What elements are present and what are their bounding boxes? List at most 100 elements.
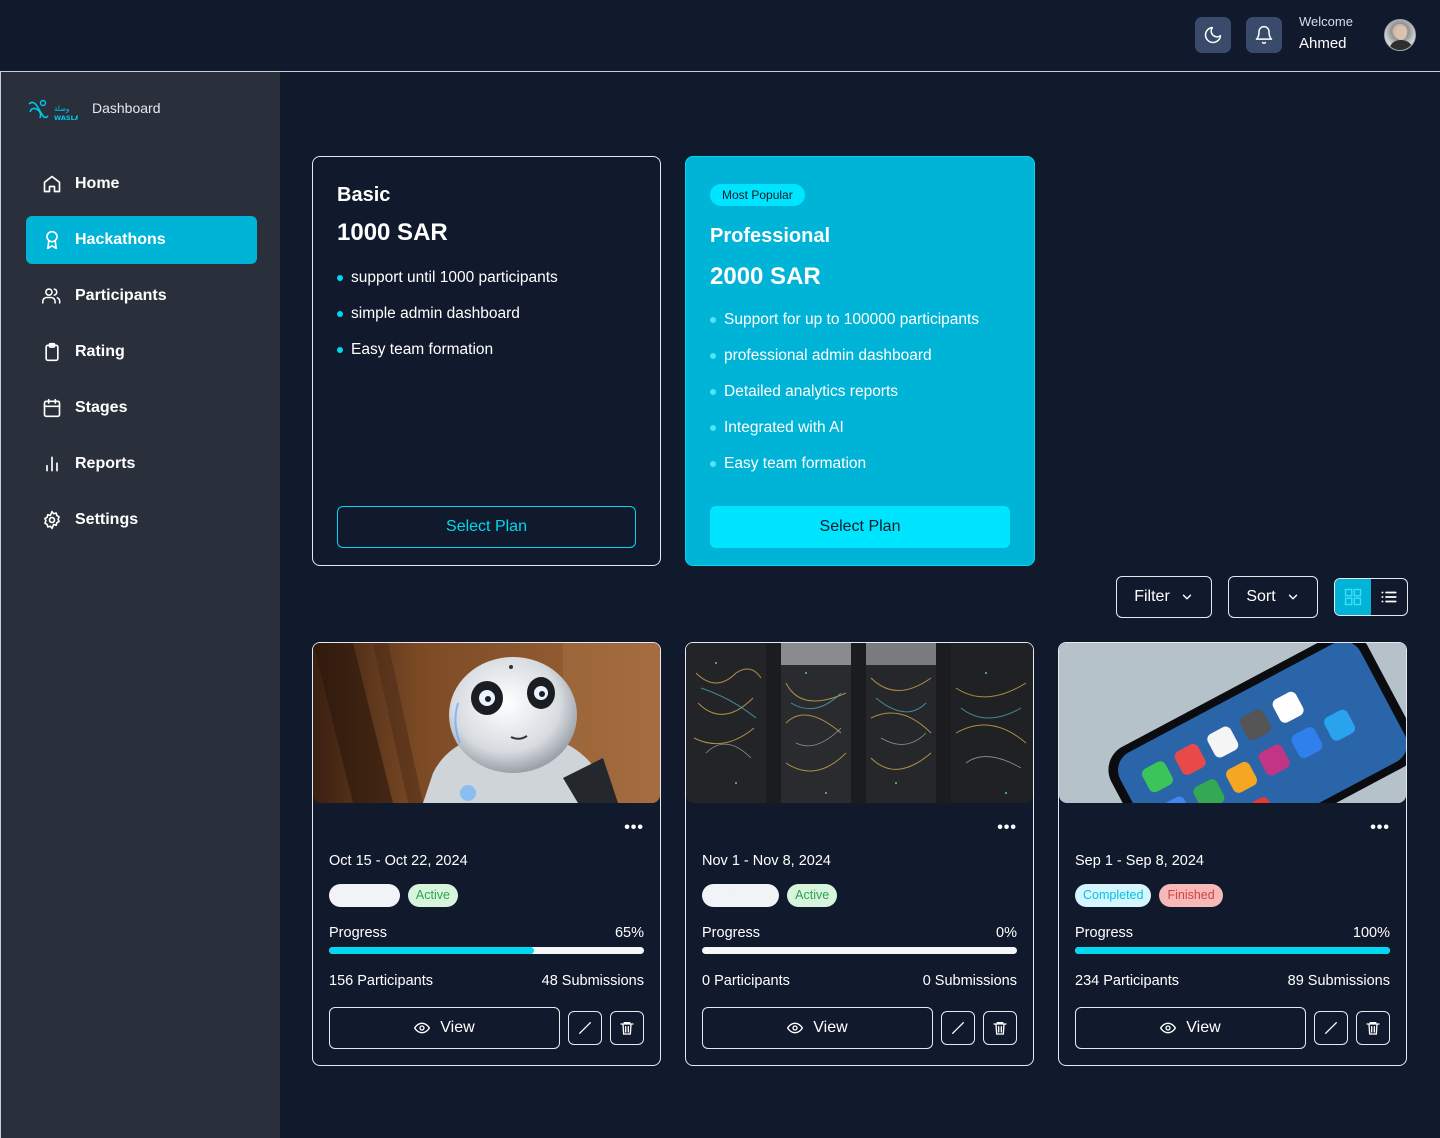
delete-button[interactable] bbox=[983, 1011, 1017, 1045]
users-icon bbox=[42, 286, 62, 306]
sidebar-item-home[interactable]: Home bbox=[26, 160, 257, 208]
plan-feature: simple admin dashboard bbox=[337, 305, 558, 341]
view-button[interactable]: View bbox=[329, 1007, 560, 1049]
more-options-icon[interactable]: ••• bbox=[624, 820, 644, 836]
plan-features: Support for up to 100000 participants pr… bbox=[710, 311, 979, 491]
stage-badge: Final stage bbox=[702, 884, 780, 907]
progress-label: Progress bbox=[329, 925, 388, 941]
hackathon-card: ••• Nov 1 - Nov 8, 2024 Final stage Acti… bbox=[685, 642, 1034, 1066]
plan-feature: Detailed analytics reports bbox=[710, 383, 979, 419]
view-button[interactable]: View bbox=[1075, 1007, 1306, 1049]
trash-icon bbox=[993, 1022, 1007, 1035]
hackathon-date: Nov 1 - Nov 8, 2024 bbox=[702, 853, 831, 869]
sidebar: وصلة WASLA Dashboard Home Hackathons Par… bbox=[0, 72, 280, 1138]
plan-feature: professional admin dashboard bbox=[710, 347, 979, 383]
view-label: View bbox=[813, 1019, 848, 1036]
plan-feature: Integrated with AI bbox=[710, 419, 979, 455]
pencil-icon bbox=[1325, 1022, 1337, 1034]
filter-dropdown[interactable]: Filter bbox=[1116, 576, 1212, 618]
plan-price: 1000 SAR bbox=[337, 219, 448, 246]
participants-count: 156 Participants bbox=[329, 973, 433, 989]
sidebar-item-stages[interactable]: Stages bbox=[26, 384, 257, 432]
sort-label: Sort bbox=[1246, 588, 1276, 605]
most-popular-badge: Most Popular bbox=[710, 184, 805, 206]
list-view-button[interactable] bbox=[1371, 579, 1407, 615]
status-tags: 2nd stage Active bbox=[329, 884, 458, 907]
edit-button[interactable] bbox=[941, 1011, 975, 1045]
avatar[interactable] bbox=[1384, 19, 1416, 51]
plan-card-professional: Most Popular Professional 2000 SAR Suppo… bbox=[685, 156, 1035, 566]
edit-button[interactable] bbox=[1314, 1011, 1348, 1045]
home-icon bbox=[42, 174, 62, 194]
moon-icon bbox=[1204, 26, 1222, 44]
submissions-count: 48 Submissions bbox=[541, 973, 644, 989]
more-options-icon[interactable]: ••• bbox=[997, 820, 1017, 836]
progress-value: 0% bbox=[996, 925, 1017, 941]
svg-text:وصلة: وصلة bbox=[54, 105, 69, 113]
plan-feature: Support for up to 100000 participants bbox=[710, 311, 979, 347]
status-badge: Finished bbox=[1159, 884, 1223, 907]
plan-card-basic: Basic 1000 SAR support until 1000 partic… bbox=[312, 156, 661, 566]
submissions-count: 89 Submissions bbox=[1287, 973, 1390, 989]
submissions-count: 0 Submissions bbox=[922, 973, 1017, 989]
sidebar-item-reports[interactable]: Reports bbox=[26, 440, 257, 488]
eye-icon bbox=[1160, 1020, 1177, 1036]
notifications-button[interactable] bbox=[1246, 17, 1282, 53]
sort-dropdown[interactable]: Sort bbox=[1228, 576, 1318, 618]
status-badge: Active bbox=[407, 884, 458, 907]
theme-toggle-button[interactable] bbox=[1195, 17, 1231, 53]
eye-icon bbox=[787, 1020, 804, 1036]
status-tags: Completed Finished bbox=[1075, 884, 1223, 907]
view-button[interactable]: View bbox=[702, 1007, 933, 1049]
sidebar-item-settings[interactable]: Settings bbox=[26, 496, 257, 544]
pencil-icon bbox=[952, 1022, 964, 1034]
progress-fill bbox=[1075, 947, 1390, 954]
hackathon-card: ••• Sep 1 - Sep 8, 2024 Completed Finish… bbox=[1058, 642, 1407, 1066]
sidebar-item-label: Rating bbox=[75, 343, 125, 360]
brand-logo[interactable]: وصلة WASLA bbox=[26, 98, 78, 124]
sidebar-item-label: Settings bbox=[75, 511, 139, 528]
sidebar-item-rating[interactable]: Rating bbox=[26, 328, 257, 376]
hackathon-date: Oct 15 - Oct 22, 2024 bbox=[329, 853, 468, 869]
sidebar-item-label: Reports bbox=[75, 455, 136, 472]
sidebar-title: Dashboard bbox=[92, 100, 161, 116]
plan-feature: Easy team formation bbox=[337, 341, 558, 377]
view-toggle bbox=[1334, 578, 1408, 616]
brand-text: WASLA bbox=[54, 114, 78, 122]
edit-button[interactable] bbox=[568, 1011, 602, 1045]
pencil-icon bbox=[579, 1022, 591, 1034]
plan-features: support until 1000 participants simple a… bbox=[337, 269, 558, 377]
bell-icon bbox=[1255, 25, 1273, 45]
sidebar-item-hackathons[interactable]: Hackathons bbox=[26, 216, 257, 264]
status-tags: Final stage Active bbox=[702, 884, 838, 907]
hackathon-date: Sep 1 - Sep 8, 2024 bbox=[1075, 853, 1204, 869]
select-plan-button[interactable]: Select Plan bbox=[710, 506, 1010, 548]
filter-label: Filter bbox=[1134, 588, 1170, 605]
more-options-icon[interactable]: ••• bbox=[1370, 820, 1390, 836]
grid-view-button[interactable] bbox=[1335, 579, 1371, 615]
sidebar-item-participants[interactable]: Participants bbox=[26, 272, 257, 320]
progress-label: Progress bbox=[702, 925, 761, 941]
progress-value: 100% bbox=[1352, 925, 1390, 941]
plan-price: 2000 SAR bbox=[710, 263, 821, 290]
status-badge: Completed bbox=[1075, 884, 1152, 907]
delete-button[interactable] bbox=[1356, 1011, 1390, 1045]
participants-count: 234 Participants bbox=[1075, 973, 1179, 989]
hackathon-image-robot bbox=[313, 643, 660, 803]
plan-feature: support until 1000 participants bbox=[337, 269, 558, 305]
eye-icon bbox=[414, 1020, 431, 1036]
chevron-down-icon bbox=[1180, 590, 1194, 604]
hackathon-image-phone bbox=[1059, 643, 1406, 803]
status-badge: Active bbox=[787, 884, 838, 907]
chevron-down-icon bbox=[1286, 590, 1300, 604]
sidebar-item-label: Home bbox=[75, 175, 120, 192]
progress-value: 65% bbox=[614, 925, 644, 941]
delete-button[interactable] bbox=[610, 1011, 644, 1045]
hackathon-card: ••• Oct 15 - Oct 22, 2024 2nd stage Acti… bbox=[312, 642, 661, 1066]
select-plan-button[interactable]: Select Plan bbox=[337, 506, 636, 548]
trash-icon bbox=[1366, 1022, 1380, 1035]
trash-icon bbox=[620, 1022, 634, 1035]
progress-bar bbox=[329, 947, 644, 954]
user-name: Ahmed bbox=[1299, 35, 1347, 52]
plan-feature: Easy team formation bbox=[710, 455, 979, 491]
